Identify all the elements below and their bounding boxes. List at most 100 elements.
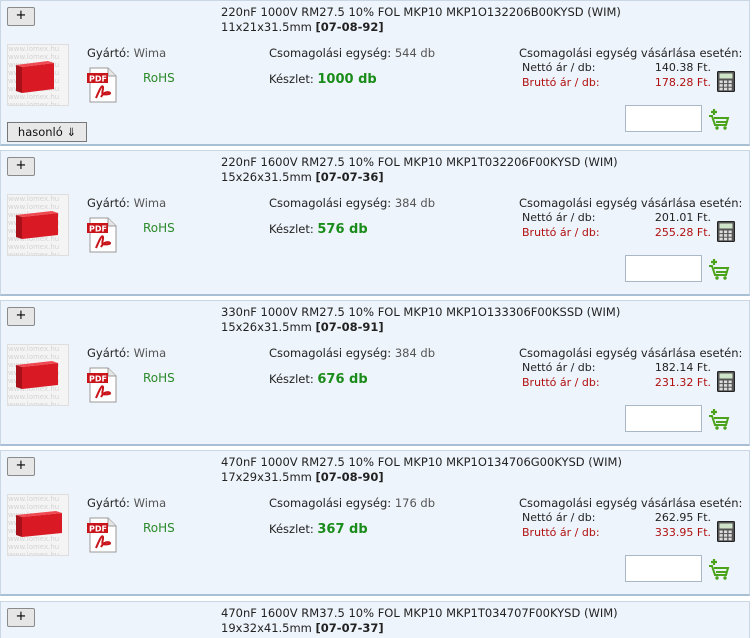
manufacturer-label: Gyártó: [87, 496, 130, 510]
quantity-input[interactable] [625, 555, 702, 582]
pdf-icon[interactable]: PDF [87, 67, 119, 103]
expand-button[interactable]: + [7, 307, 35, 326]
product-dimensions: 17x29x31.5mm [07-08-90] [221, 470, 384, 485]
watermark-text: www.lomex.hu [8, 543, 60, 551]
calculator-icon[interactable] [717, 521, 735, 542]
manufacturer-row: Gyártó: Wima [87, 196, 166, 210]
gross-price-value: 255.28 Ft. [654, 226, 711, 239]
manufacturer-row: Gyártó: Wima [87, 496, 166, 510]
calculator-icon[interactable] [717, 221, 735, 242]
net-price-value: 201.01 Ft. [654, 211, 711, 224]
expand-button[interactable]: + [7, 457, 35, 476]
product-image[interactable]: www.lomex.hu www.lomex.hu www.lomex.hu www.… [7, 494, 69, 556]
watermark-text: www.lomex.hu [8, 495, 60, 503]
product-image[interactable]: www.lomex.hu www.lomex.hu www.lomex.hu www.… [7, 194, 69, 256]
stock-label: Készlet: [269, 72, 314, 86]
gross-price-label: Bruttó ár / db: [522, 226, 600, 239]
watermark-text: www.lomex.hu [8, 93, 60, 101]
pack-unit-label: Csomagolási egység: [269, 196, 392, 210]
net-price-label: Nettó ár / db: [522, 511, 596, 524]
pdf-icon[interactable]: PDF [87, 367, 119, 403]
product-card: +220nF 1000V RM27.5 10% FOL MKP10 MKP1O1… [0, 0, 750, 146]
quantity-input[interactable] [625, 405, 702, 432]
stock-value: 1000 db [317, 72, 377, 87]
stock-row: Készlet: 1000 db [269, 72, 377, 87]
manufacturer-label: Gyártó: [87, 346, 130, 360]
product-dimensions: 15x26x31.5mm [07-07-36] [221, 170, 384, 185]
pack-unit-label: Csomagolási egység: [269, 346, 392, 360]
watermark-text: www.lomex.hu [8, 551, 60, 556]
dimensions-value: 19x32x41.5mm [221, 621, 312, 635]
add-to-cart-icon[interactable] [708, 107, 730, 131]
watermark-text: www.lomex.hu [8, 243, 60, 251]
watermark-text: www.lomex.hu [8, 45, 60, 53]
pack-unit-row: Csomagolási egység: 176 db [269, 496, 435, 510]
watermark-text: www.lomex.hu [8, 401, 60, 406]
svg-text:PDF: PDF [89, 75, 107, 84]
pdf-icon[interactable]: PDF [87, 517, 119, 553]
svg-text:PDF: PDF [89, 375, 107, 384]
watermark-text: www.lomex.hu [8, 393, 60, 401]
pack-unit-row: Csomagolási egység: 384 db [269, 196, 435, 210]
add-to-cart-icon[interactable] [708, 557, 730, 581]
product-title: 220nF 1000V RM27.5 10% FOL MKP10 MKP1O13… [221, 5, 621, 19]
product-dimensions: 19x32x41.5mm [07-07-37] [221, 621, 384, 636]
gross-price-label: Bruttó ár / db: [522, 526, 600, 539]
gross-price-value: 178.28 Ft. [654, 76, 711, 89]
calculator-icon[interactable] [717, 71, 735, 92]
stock-row: Készlet: 576 db [269, 222, 368, 237]
price-header: Csomagolási egység vásárlása esetén: [519, 496, 743, 510]
stock-value: 367 db [317, 522, 368, 537]
pack-unit-row: Csomagolási egység: 544 db [269, 46, 435, 60]
product-title: 220nF 1600V RM27.5 10% FOL MKP10 MKP1T03… [221, 155, 618, 169]
expand-button[interactable]: + [7, 7, 35, 26]
price-header: Csomagolási egység vásárlása esetén: [519, 346, 743, 360]
gross-price-value: 333.95 Ft. [654, 526, 711, 539]
stock-label: Készlet: [269, 222, 314, 236]
stock-value: 676 db [317, 372, 368, 387]
watermark-text: www.lomex.hu [8, 195, 60, 203]
rohs-label: RoHS [143, 221, 175, 235]
net-price-value: 262.95 Ft. [654, 511, 711, 524]
expand-button[interactable]: + [7, 608, 35, 627]
pdf-icon[interactable]: PDF [87, 217, 119, 253]
stock-label: Készlet: [269, 522, 314, 536]
net-price-label: Nettó ár / db: [522, 361, 596, 374]
quantity-input[interactable] [625, 105, 702, 132]
product-image[interactable]: www.lomex.hu www.lomex.hu www.lomex.hu www.… [7, 344, 69, 406]
product-title: 470nF 1600V RM37.5 10% FOL MKP10 MKP1T03… [221, 606, 618, 620]
dimensions-value: 15x26x31.5mm [221, 170, 312, 184]
dimensions-value: 17x29x31.5mm [221, 470, 312, 484]
product-image[interactable]: www.lomex.hu www.lomex.hu www.lomex.hu www.… [7, 44, 69, 106]
pack-unit-value: 544 db [394, 46, 436, 60]
manufacturer-value: Wima [133, 46, 167, 60]
stock-label: Készlet: [269, 372, 314, 386]
product-card: +470nF 1000V RM27.5 10% FOL MKP10 MKP1O1… [0, 450, 750, 596]
net-price-label: Nettó ár / db: [522, 211, 596, 224]
add-to-cart-icon[interactable] [708, 407, 730, 431]
similar-button[interactable]: hasonló ⇓ [7, 122, 87, 142]
stock-value: 576 db [317, 222, 368, 237]
pack-unit-value: 176 db [394, 496, 436, 510]
product-code: [07-08-92] [315, 20, 384, 34]
gross-price-label: Bruttó ár / db: [522, 376, 600, 389]
gross-price-label: Bruttó ár / db: [522, 76, 600, 89]
pack-unit-row: Csomagolási egység: 384 db [269, 346, 435, 360]
product-dimensions: 11x21x31.5mm [07-08-92] [221, 20, 384, 35]
product-card-partial: +470nF 1600V RM37.5 10% FOL MKP10 MKP1T0… [0, 601, 750, 638]
expand-button[interactable]: + [7, 157, 35, 176]
product-dimensions: 15x26x31.5mm [07-08-91] [221, 320, 384, 335]
add-to-cart-icon[interactable] [708, 257, 730, 281]
manufacturer-value: Wima [133, 346, 167, 360]
product-code: [07-07-36] [315, 170, 384, 184]
product-code: [07-08-90] [315, 470, 384, 484]
calculator-icon[interactable] [717, 371, 735, 392]
rohs-label: RoHS [143, 521, 175, 535]
net-price-value: 140.38 Ft. [654, 61, 711, 74]
manufacturer-value: Wima [133, 496, 167, 510]
price-header: Csomagolási egység vásárlása esetén: [519, 46, 743, 60]
gross-price-value: 231.32 Ft. [654, 376, 711, 389]
quantity-input[interactable] [625, 255, 702, 282]
stock-row: Készlet: 367 db [269, 522, 368, 537]
product-title: 330nF 1000V RM27.5 10% FOL MKP10 MKP1O13… [221, 305, 621, 319]
